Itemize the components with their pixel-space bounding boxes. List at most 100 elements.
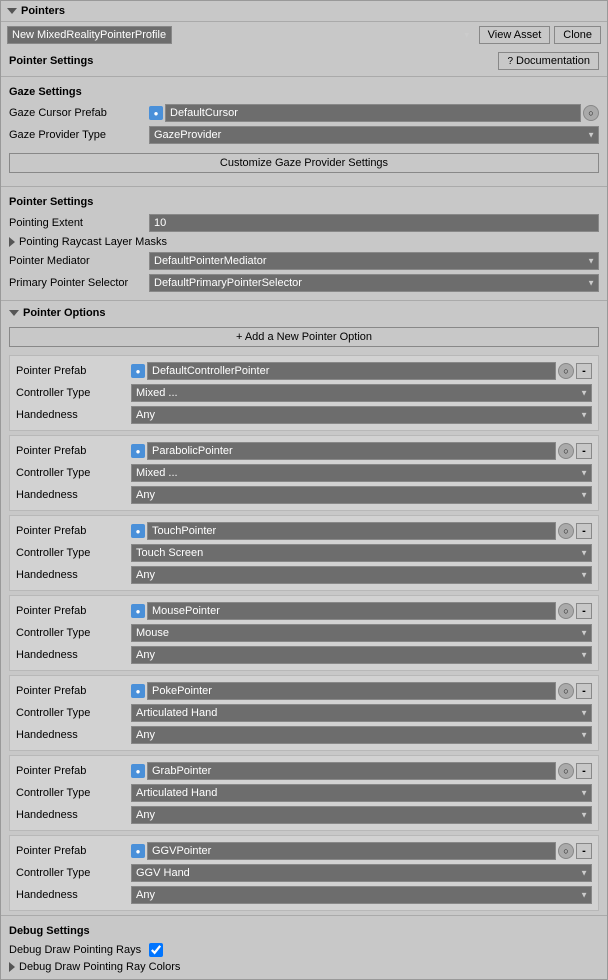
prefab-pick-btn-4[interactable]: ○ (558, 683, 574, 699)
controller-type-dropdown-3[interactable]: Mouse (131, 624, 592, 642)
gaze-provider-row: Gaze Provider Type GazeProvider (9, 124, 599, 146)
prefab-pick-btn-5[interactable]: ○ (558, 763, 574, 779)
gaze-cursor-input[interactable] (165, 104, 581, 122)
prefab-input-6[interactable] (147, 842, 556, 860)
clone-button[interactable]: Clone (554, 26, 601, 44)
prefab-input-1[interactable] (147, 442, 556, 460)
pointer-option-group-1: Pointer Prefab ● ○ - Controller Type Mix… (9, 435, 599, 511)
pointer-prefab-row-2: Pointer Prefab ● ○ - (16, 520, 592, 542)
panel-header: Pointers (1, 1, 607, 22)
view-asset-button[interactable]: View Asset (479, 26, 551, 44)
pointer-prefab-label-4: Pointer Prefab (16, 685, 131, 697)
gaze-provider-dropdown[interactable]: GazeProvider (149, 126, 599, 144)
handedness-row-6: Handedness Any ▼ (16, 884, 592, 906)
prefab-pick-btn-2[interactable]: ○ (558, 523, 574, 539)
pointer-mediator-row: Pointer Mediator DefaultPointerMediator (9, 250, 599, 272)
prefab-pick-btn-0[interactable]: ○ (558, 363, 574, 379)
handedness-dropdown-2[interactable]: Any (131, 566, 592, 584)
pointer-options-header-row: Pointer Options (1, 303, 607, 323)
prefab-pick-btn-1[interactable]: ○ (558, 443, 574, 459)
controller-type-dropdown-6[interactable]: GGV Hand (131, 864, 592, 882)
handedness-dropdown-3[interactable]: Any (131, 646, 592, 664)
handedness-dropdown-4[interactable]: Any (131, 726, 592, 744)
prefab-icon-1: ● (131, 444, 145, 458)
collapse-icon[interactable] (7, 8, 17, 14)
primary-pointer-selector-dropdown[interactable]: DefaultPrimaryPointerSelector (149, 274, 599, 292)
prefab-remove-btn-0[interactable]: - (576, 363, 592, 379)
controller-type-row-3: Controller Type Mouse ▼ (16, 622, 592, 644)
gaze-settings-title: Gaze Settings (9, 83, 599, 102)
controller-type-row-1: Controller Type Mixed ... ▼ (16, 462, 592, 484)
prefab-input-0[interactable] (147, 362, 556, 380)
prefab-input-3[interactable] (147, 602, 556, 620)
debug-ray-colors-expand-icon[interactable] (9, 962, 15, 972)
debug-draw-rays-checkbox[interactable] (149, 943, 163, 957)
pointer-option-group-0: Pointer Prefab ● ○ - Controller Type Mix… (9, 355, 599, 431)
handedness-dropdown-0[interactable]: Any (131, 406, 592, 424)
controller-type-label-1: Controller Type (16, 467, 131, 479)
controller-type-label-6: Controller Type (16, 867, 131, 879)
pointer-options-collapse-icon[interactable] (9, 310, 19, 316)
gaze-cursor-pick-button[interactable]: ○ (583, 105, 599, 121)
controller-type-dropdown-5[interactable]: Articulated Hand (131, 784, 592, 802)
handedness-label-2: Handedness (16, 569, 131, 581)
pointer-settings-title: Pointer Settings (9, 55, 93, 67)
debug-ray-colors-label: Debug Draw Pointing Ray Colors (19, 961, 180, 973)
prefab-remove-btn-5[interactable]: - (576, 763, 592, 779)
controller-type-dropdown-2[interactable]: Touch Screen (131, 544, 592, 562)
handedness-row-2: Handedness Any ▼ (16, 564, 592, 586)
customize-gaze-button[interactable]: Customize Gaze Provider Settings (9, 153, 599, 173)
pointer-mediator-dropdown[interactable]: DefaultPointerMediator (149, 252, 599, 270)
prefab-input-5[interactable] (147, 762, 556, 780)
gaze-provider-label: Gaze Provider Type (9, 129, 149, 141)
pointer-prefab-row-6: Pointer Prefab ● ○ - (16, 840, 592, 862)
pointer-option-group-5: Pointer Prefab ● ○ - Controller Type Art… (9, 755, 599, 831)
profile-dropdown-wrapper: New MixedRealityPointerProfile (7, 26, 475, 44)
handedness-label-3: Handedness (16, 649, 131, 661)
pointer-settings-header: Pointer Settings ? Documentation (1, 48, 607, 74)
controller-type-dropdown-0[interactable]: Mixed ... (131, 384, 592, 402)
controller-type-dropdown-4[interactable]: Articulated Hand (131, 704, 592, 722)
primary-pointer-selector-dropdown-wrapper: DefaultPrimaryPointerSelector (149, 274, 599, 292)
debug-ray-colors-row: Debug Draw Pointing Ray Colors (9, 959, 599, 975)
controller-type-row-5: Controller Type Articulated Hand ▼ (16, 782, 592, 804)
documentation-button[interactable]: ? Documentation (498, 52, 599, 70)
primary-pointer-selector-label: Primary Pointer Selector (9, 277, 149, 289)
prefab-remove-btn-1[interactable]: - (576, 443, 592, 459)
pointer-option-group-6: Pointer Prefab ● ○ - Controller Type GGV… (9, 835, 599, 911)
pointer-settings-section-title: Pointer Settings (9, 193, 599, 212)
prefab-remove-btn-2[interactable]: - (576, 523, 592, 539)
add-pointer-option-row: + Add a New Pointer Option (1, 323, 607, 351)
prefab-remove-btn-3[interactable]: - (576, 603, 592, 619)
handedness-dropdown-5[interactable]: Any (131, 806, 592, 824)
prefab-pick-btn-3[interactable]: ○ (558, 603, 574, 619)
pointing-extent-input[interactable] (149, 214, 599, 232)
prefab-pick-btn-6[interactable]: ○ (558, 843, 574, 859)
gaze-cursor-field: ● ○ (149, 104, 599, 122)
pointer-prefab-row-4: Pointer Prefab ● ○ - (16, 680, 592, 702)
controller-type-row-0: Controller Type Mixed ... ▼ (16, 382, 592, 404)
prefab-input-4[interactable] (147, 682, 556, 700)
add-pointer-option-button[interactable]: + Add a New Pointer Option (9, 327, 599, 347)
profile-dropdown[interactable]: New MixedRealityPointerProfile (7, 26, 172, 44)
handedness-dropdown-1[interactable]: Any (131, 486, 592, 504)
controller-type-label-3: Controller Type (16, 627, 131, 639)
controller-type-label-5: Controller Type (16, 787, 131, 799)
pointer-option-group-4: Pointer Prefab ● ○ - Controller Type Art… (9, 675, 599, 751)
controller-type-row-4: Controller Type Articulated Hand ▼ (16, 702, 592, 724)
controller-type-dropdown-1[interactable]: Mixed ... (131, 464, 592, 482)
prefab-remove-btn-4[interactable]: - (576, 683, 592, 699)
panel-title: Pointers (21, 5, 65, 17)
handedness-row-1: Handedness Any ▼ (16, 484, 592, 506)
pointer-prefab-row-0: Pointer Prefab ● ○ - (16, 360, 592, 382)
pointer-prefab-row-5: Pointer Prefab ● ○ - (16, 760, 592, 782)
controller-type-label-0: Controller Type (16, 387, 131, 399)
pointer-prefab-row-3: Pointer Prefab ● ○ - (16, 600, 592, 622)
handedness-row-4: Handedness Any ▼ (16, 724, 592, 746)
raycast-expand-icon[interactable] (9, 237, 15, 247)
prefab-remove-btn-6[interactable]: - (576, 843, 592, 859)
handedness-dropdown-6[interactable]: Any (131, 886, 592, 904)
prefab-input-2[interactable] (147, 522, 556, 540)
doc-label: Documentation (516, 55, 590, 67)
prefab-icon-2: ● (131, 524, 145, 538)
